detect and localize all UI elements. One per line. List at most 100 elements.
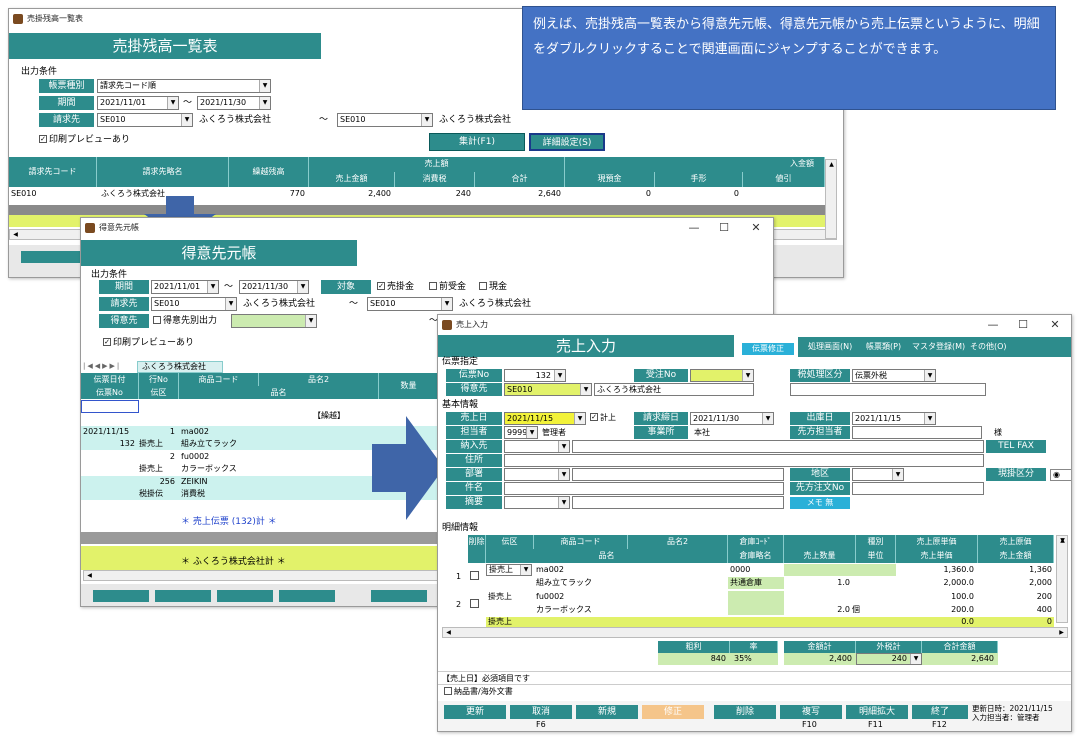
memo-button[interactable]: メモ 無 <box>790 497 850 509</box>
cust-staff-input[interactable] <box>852 426 982 439</box>
print-preview-checkbox[interactable]: ✓ 印刷プレビューあり <box>103 336 194 350</box>
billing-to-input[interactable]: SE010 ▼ <box>367 297 453 311</box>
maximize-button[interactable]: ☐ <box>1008 315 1038 335</box>
edit-button[interactable]: 修正 <box>642 705 704 719</box>
exit-button[interactable]: 終了 <box>912 705 968 719</box>
tab-customer[interactable]: ふくろう株式会社 <box>137 361 223 373</box>
delivery-code-input[interactable]: ▼ <box>504 440 570 453</box>
billing-from-input[interactable]: SE010 ▼ <box>151 297 237 311</box>
chevron-down-icon[interactable]: ▼ <box>910 654 921 664</box>
footer-key[interactable] <box>21 251 87 263</box>
record-nav[interactable]: |◀◀▶▶| <box>83 362 137 372</box>
menu-other[interactable]: その他(O) <box>970 341 1007 353</box>
menu-reports[interactable]: 帳票類(P) <box>866 341 901 353</box>
maximize-button[interactable]: ☐ <box>709 218 739 238</box>
vertical-scrollbar[interactable]: ▲ ▼ <box>1056 535 1068 623</box>
chevron-down-icon[interactable]: ▼ <box>259 80 270 92</box>
chevron-down-icon[interactable]: ▼ <box>892 469 903 480</box>
detail-settings-button[interactable]: 詳細設定(S) <box>529 133 605 151</box>
chevron-down-icon[interactable]: ▼ <box>207 281 218 293</box>
staff-code-input[interactable]: 9999 ▼ <box>504 426 538 439</box>
target-ar-checkbox[interactable]: ✓ 売掛金 <box>377 280 414 294</box>
summary-input[interactable] <box>572 496 784 509</box>
update-button[interactable]: 更新 <box>444 705 506 719</box>
billing-from-input[interactable]: SE010 ▼ <box>97 113 193 127</box>
keijo-checkbox[interactable]: ✓ 計上 <box>590 411 616 425</box>
dept-name-input[interactable] <box>572 468 784 481</box>
close-button[interactable]: ✕ <box>1040 315 1070 335</box>
chevron-down-icon[interactable]: ▼ <box>259 97 270 109</box>
cancel-button[interactable]: 取消 <box>510 705 572 719</box>
chevron-down-icon[interactable]: ▼ <box>762 413 773 424</box>
chevron-down-icon[interactable]: ▼ <box>580 384 591 395</box>
footer-key[interactable] <box>155 590 211 602</box>
customer-code-input[interactable]: SE010 ▼ <box>504 383 592 396</box>
footer-key[interactable] <box>217 590 273 602</box>
selected-cell[interactable] <box>81 400 139 413</box>
chevron-down-icon[interactable]: ▼ <box>526 427 537 438</box>
customer-name-field[interactable]: ふくろう株式会社 <box>594 383 754 396</box>
delete-button[interactable]: 削除 <box>714 705 776 719</box>
chevron-down-icon[interactable]: ▼ <box>558 497 569 508</box>
chevron-down-icon[interactable]: ▼ <box>574 413 585 424</box>
report-type-select[interactable]: 請求先コード順 ▼ <box>97 79 271 93</box>
chevron-down-icon[interactable]: ▼ <box>441 298 452 310</box>
customer-extra-field[interactable] <box>790 383 986 396</box>
address-input[interactable] <box>504 454 984 467</box>
chevron-down-icon[interactable]: ▼ <box>297 281 308 293</box>
horizontal-scrollbar[interactable]: ◀ <box>83 570 441 581</box>
slip-no-input[interactable]: 132 ▼ <box>504 369 566 382</box>
delete-checkbox[interactable] <box>470 571 479 580</box>
print-preview-checkbox[interactable]: ✓ 印刷プレビューあり <box>39 133 130 147</box>
subject-input[interactable] <box>504 482 784 495</box>
chevron-down-icon[interactable]: ▼ <box>181 114 192 126</box>
close-button[interactable]: ✕ <box>741 218 771 238</box>
tax-type-select[interactable]: 伝票外税 ▼ <box>852 369 936 382</box>
menu-process[interactable]: 処理画面(N) <box>808 341 852 353</box>
sales-date-input[interactable]: 2021/11/15 ▼ <box>504 412 586 425</box>
order-note-input[interactable] <box>852 482 984 495</box>
total-button[interactable]: 集計(F1) <box>429 133 525 151</box>
cash-type-radio[interactable]: ◉ <box>1050 469 1071 481</box>
target-advance-checkbox[interactable]: 前受金 <box>429 280 466 294</box>
footer-key[interactable] <box>93 590 149 602</box>
delivery-name-input[interactable] <box>572 440 984 453</box>
expand-button[interactable]: 明細拡大 <box>846 705 908 719</box>
chevron-down-icon[interactable]: ▼ <box>924 370 935 381</box>
summary-code-input[interactable]: ▼ <box>504 496 570 509</box>
delete-checkbox[interactable] <box>470 599 479 608</box>
ship-date-input[interactable]: 2021/11/15 ▼ <box>852 412 936 425</box>
cutoff-input[interactable]: 2021/11/30 ▼ <box>690 412 774 425</box>
chevron-down-icon[interactable]: ▼ <box>554 370 565 381</box>
chevron-down-icon[interactable]: ▼ <box>167 97 178 109</box>
table-row[interactable]: SE010 ふくろう株式会社 770 2,400 240 2,640 0 0 <box>9 187 825 201</box>
period-to-input[interactable]: 2021/11/30 ▼ <box>197 96 271 110</box>
chevron-down-icon[interactable]: ▼ <box>558 441 569 452</box>
chevron-down-icon[interactable]: ▼ <box>305 315 316 327</box>
slip-type-select[interactable]: 掛売上 ▼ <box>486 564 532 576</box>
customer-input[interactable]: ▼ <box>231 314 317 328</box>
chevron-down-icon[interactable]: ▼ <box>225 298 236 310</box>
target-cash-checkbox[interactable]: 現金 <box>479 280 507 294</box>
chevron-down-icon[interactable]: ▼ <box>924 413 935 424</box>
minimize-button[interactable]: — <box>679 218 709 238</box>
tax-total-select[interactable]: 240 ▼ <box>856 653 922 665</box>
chevron-down-icon[interactable]: ▼ <box>742 370 753 381</box>
dept-code-input[interactable]: ▼ <box>504 468 570 481</box>
delivery-note-checkbox[interactable]: 納品書/海外文書 <box>444 685 513 699</box>
new-button[interactable]: 新規 <box>576 705 638 719</box>
chevron-down-icon[interactable]: ▼ <box>558 469 569 480</box>
copy-button[interactable]: 複写 <box>780 705 842 719</box>
vertical-scrollbar[interactable]: ▲ <box>825 159 837 239</box>
period-from-input[interactable]: 2021/11/01 ▼ <box>97 96 179 110</box>
order-no-input[interactable]: ▼ <box>690 369 754 382</box>
minimize-button[interactable]: — <box>978 315 1008 335</box>
billing-to-input[interactable]: SE010 ▼ <box>337 113 433 127</box>
menu-master[interactable]: マスタ登録(M) <box>912 341 965 353</box>
chevron-down-icon[interactable]: ▼ <box>520 565 531 575</box>
footer-key[interactable] <box>371 590 427 602</box>
horizontal-scrollbar[interactable]: ◀▶ <box>442 627 1068 638</box>
period-to-input[interactable]: 2021/11/30 ▼ <box>239 280 309 294</box>
footer-key[interactable] <box>279 590 335 602</box>
period-from-input[interactable]: 2021/11/01 ▼ <box>151 280 219 294</box>
